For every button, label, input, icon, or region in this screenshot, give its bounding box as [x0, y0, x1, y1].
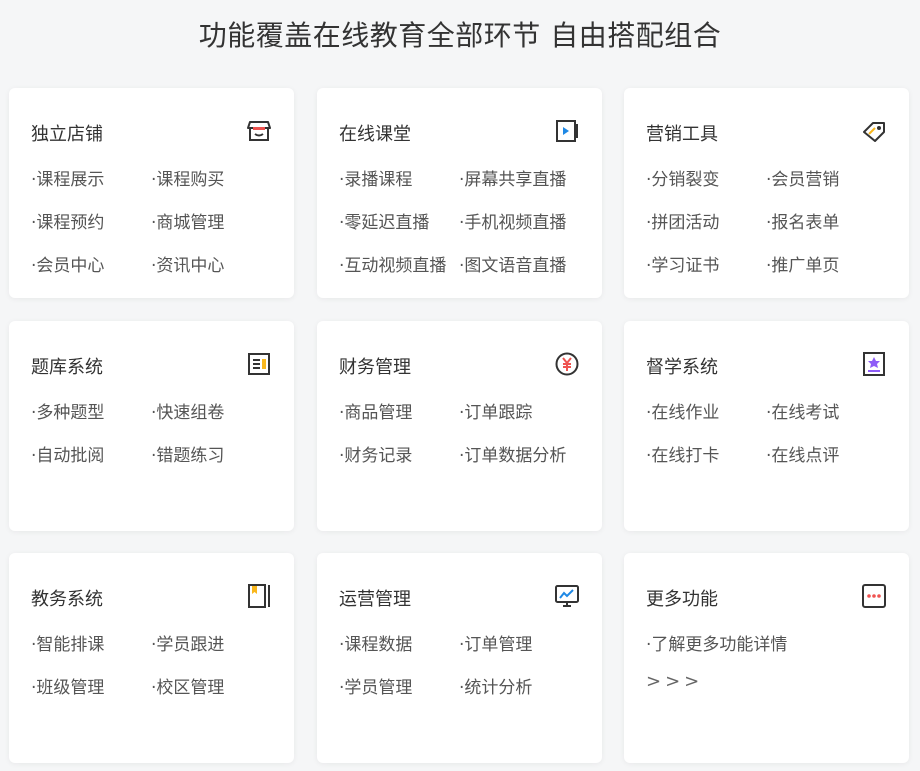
list-item[interactable]: ·自动批阅: [31, 444, 151, 468]
video-play-icon: [556, 120, 578, 142]
card-marketing-tools[interactable]: 营销工具 ·分销裂变 ·会员营销 ·拼团活动 ·报名表单 ·学习证书 ·推广单页: [624, 88, 909, 298]
more-arrows[interactable]: >>>: [646, 671, 703, 692]
list-item[interactable]: ·资讯中心: [151, 254, 291, 278]
tag-icon: [863, 122, 885, 142]
list-item[interactable]: ·订单跟踪: [459, 401, 599, 425]
card-independent-store[interactable]: 独立店铺 ·课程展示 ·课程购买 ·课程预约 ·商城管理 ·会员中心 ·资讯中心: [9, 88, 294, 298]
card-title: 在线课堂: [339, 124, 411, 145]
list-item[interactable]: ·图文语音直播: [459, 254, 599, 278]
list-item[interactable]: ·智能排课: [31, 633, 151, 657]
notebook-icon: [248, 584, 270, 608]
list-item[interactable]: ·订单数据分析: [459, 444, 599, 468]
list-item[interactable]: ·会员营销: [766, 168, 906, 192]
list-item[interactable]: ·学习证书: [646, 254, 766, 278]
card-online-classroom[interactable]: 在线课堂 ·录播课程 ·屏幕共享直播 ·零延迟直播 ·手机视频直播 ·互动视频直…: [317, 88, 602, 298]
card-question-bank[interactable]: 题库系统 ·多种题型 ·快速组卷 ·自动批阅 ·错题练习: [9, 321, 294, 531]
list-item[interactable]: ·校区管理: [151, 676, 291, 700]
list-item[interactable]: ·快速组卷: [151, 401, 291, 425]
list-item[interactable]: ·互动视频直播: [339, 254, 459, 278]
list-item[interactable]: ·课程展示: [31, 168, 151, 192]
list-item[interactable]: ·课程预约: [31, 211, 151, 235]
list-item[interactable]: ·在线打卡: [646, 444, 766, 468]
card-title: 营销工具: [646, 124, 718, 145]
card-finance-management[interactable]: 财务管理 ·商品管理 ·订单跟踪 ·财务记录 ·订单数据分析: [317, 321, 602, 531]
list-item[interactable]: ·推广单页: [766, 254, 906, 278]
list-item[interactable]: ·在线点评: [766, 444, 906, 468]
card-title: 督学系统: [646, 357, 718, 378]
card-title: 更多功能: [646, 589, 718, 610]
list-item[interactable]: ·班级管理: [31, 676, 151, 700]
card-study-supervision[interactable]: 督学系统 ·在线作业 ·在线考试 ·在线打卡 ·在线点评: [624, 321, 909, 531]
list-item[interactable]: ·课程数据: [339, 633, 459, 657]
list-item[interactable]: ·屏幕共享直播: [459, 168, 599, 192]
list-item[interactable]: ·学员跟进: [151, 633, 291, 657]
list-item[interactable]: ·拼团活动: [646, 211, 766, 235]
list-item[interactable]: ·在线考试: [766, 401, 906, 425]
list-item[interactable]: ·学员管理: [339, 676, 459, 700]
list-item[interactable]: ·商城管理: [151, 211, 291, 235]
list-item[interactable]: ·商品管理: [339, 401, 459, 425]
list-item[interactable]: ·手机视频直播: [459, 211, 599, 235]
learn-more-link[interactable]: ·了解更多功能详情: [646, 633, 896, 657]
list-item[interactable]: ·错题练习: [151, 444, 291, 468]
card-title: 独立店铺: [31, 124, 103, 145]
monitor-chart-icon: [555, 585, 579, 607]
list-item[interactable]: ·订单管理: [459, 633, 599, 657]
card-title: 教务系统: [31, 589, 103, 610]
list-item[interactable]: ·录播课程: [339, 168, 459, 192]
question-bank-icon: [248, 353, 270, 375]
list-item[interactable]: ·多种题型: [31, 401, 151, 425]
list-item[interactable]: ·在线作业: [646, 401, 766, 425]
list-item[interactable]: ·财务记录: [339, 444, 459, 468]
page-title: 功能覆盖在线教育全部环节 自由搭配组合: [198, 19, 722, 52]
card-more-features[interactable]: 更多功能 ·了解更多功能详情 >>>: [624, 553, 909, 763]
list-item[interactable]: ·会员中心: [31, 254, 151, 278]
card-academic-affairs[interactable]: 教务系统 ·智能排课 ·学员跟进 ·班级管理 ·校区管理: [9, 553, 294, 763]
list-item[interactable]: ·零延迟直播: [339, 211, 459, 235]
more-dots-icon: [862, 584, 886, 608]
badge-icon: [863, 352, 885, 376]
list-item[interactable]: ·分销裂变: [646, 168, 766, 192]
yen-coin-icon: [555, 352, 579, 376]
card-title: 财务管理: [339, 357, 411, 378]
list-item[interactable]: ·统计分析: [459, 676, 599, 700]
list-item[interactable]: ·报名表单: [766, 211, 906, 235]
card-title: 运营管理: [339, 589, 411, 610]
card-title: 题库系统: [31, 357, 103, 378]
store-icon: [247, 121, 271, 141]
card-operations-management[interactable]: 运营管理 ·课程数据 ·订单管理 ·学员管理 ·统计分析: [317, 553, 602, 763]
list-item[interactable]: ·课程购买: [151, 168, 291, 192]
